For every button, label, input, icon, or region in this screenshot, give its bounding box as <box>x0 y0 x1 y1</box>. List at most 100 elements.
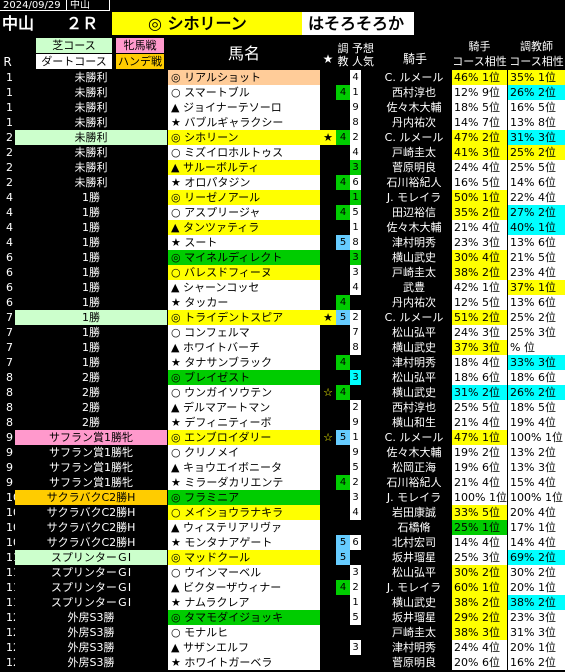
table-row: 7 1勝 ○ コンフェルマ 7 松山弘平 24% 3位 25% 3位 <box>0 325 565 340</box>
condition-cell: 1勝 <box>82 281 100 294</box>
jockey-course-cell: 30% 2位 <box>452 565 507 580</box>
popularity-cell: 9 <box>350 445 361 460</box>
training-cell <box>336 160 350 175</box>
jockey-course-cell: 21% 4位 <box>452 415 507 430</box>
horse-name-cell: ★ バブルギャラクシー <box>168 115 320 130</box>
col-star: ★ <box>322 52 334 66</box>
popularity-cell: 3 <box>350 160 361 175</box>
jockey-course-cell: 41% 3位 <box>452 145 507 160</box>
training-cell <box>336 400 350 415</box>
table-row: 12 外房S3勝 ▲ サザンエルフ 3 津村明秀 24% 4位20% 1位 <box>0 640 565 655</box>
jockey-cell: C. ルメール <box>384 431 444 444</box>
trainer-course-cell: 35% 1位 <box>508 70 565 85</box>
training-cell <box>336 445 350 460</box>
jockey-cell: J. モレイラ <box>386 191 442 204</box>
jockey-course-cell: 12% 9位 <box>452 85 507 100</box>
spacer-cell <box>361 130 375 145</box>
popularity-cell: 2 <box>350 310 361 325</box>
race-number-cell: 1 <box>6 116 13 129</box>
jockey-course-cell: 16% 5位 <box>452 175 507 190</box>
horse-name-cell: ▲ サルーボルティ <box>168 160 320 175</box>
horse-name-cell: ★ ミラーダカリエンテ <box>168 475 320 490</box>
popularity-cell: 4 <box>350 70 361 85</box>
trainer-course-cell: 18% 6位 <box>508 370 565 385</box>
popularity-cell <box>350 520 361 535</box>
condition-cell: サクラバクC2勝H <box>46 521 136 534</box>
jockey-course-cell: 23% 3位 <box>452 235 507 250</box>
star-cell <box>320 250 336 265</box>
star-cell <box>320 190 336 205</box>
popularity-cell: 5 <box>350 610 361 625</box>
jockey-course-cell: 18% 6位 <box>452 370 507 385</box>
popularity-cell: 5 <box>350 205 361 220</box>
race-number-cell: 7 <box>6 326 13 339</box>
jockey-cell: C. ルメール <box>384 311 444 324</box>
star-cell <box>320 595 336 610</box>
popularity-cell: 4 <box>350 280 361 295</box>
star-cell <box>320 295 336 310</box>
popularity-cell <box>350 295 361 310</box>
jockey-cell: 西村淳也 <box>392 401 436 414</box>
spacer-cell <box>361 520 375 535</box>
jockey-course-cell: 51% 2位 <box>452 310 507 325</box>
trainer-course-cell: 69% 2位 <box>508 550 565 565</box>
star-cell <box>320 625 336 640</box>
popularity-cell: 7 <box>350 325 361 340</box>
cond-dirt: ダートコース <box>36 54 112 69</box>
horse-name-cell: ○ ウインマーベル <box>168 565 320 580</box>
jockey-course-cell: 25% 1位 <box>452 520 507 535</box>
horse-name-cell: ◎ フラミニア <box>168 490 320 505</box>
horse-name-cell: ▲ デルマアートマン <box>168 400 320 415</box>
horse-name-cell: ◎ エンブロイダリー <box>168 430 320 445</box>
trainer-course-cell: 30% 2位 <box>508 565 565 580</box>
horse-name-cell: ◎ タマモダイジョッキ <box>168 610 320 625</box>
star-cell <box>320 115 336 130</box>
col-horse: 馬名 <box>227 44 260 63</box>
race-number-cell: 1 <box>6 101 13 114</box>
spacer-cell <box>361 310 375 325</box>
popularity-cell: 4 <box>350 505 361 520</box>
race-number-cell: 6 <box>6 266 13 279</box>
trainer-course-cell: 27% 2位 <box>508 205 565 220</box>
horse-name-cell: ○ モナルヒ <box>168 625 320 640</box>
jockey-course-cell: 18% 4位 <box>452 355 507 370</box>
star-cell <box>320 460 336 475</box>
star-cell <box>320 100 336 115</box>
star-cell <box>320 445 336 460</box>
popularity-cell <box>350 625 361 640</box>
jockey-course-cell: 20% 6位 <box>452 655 507 670</box>
condition-cell: サフラン賞1勝牝 <box>49 446 133 459</box>
race-number-cell: 2 <box>6 131 13 144</box>
table-row: 8 2勝 ◎ ブレイゼスト 3 松山弘平 18% 6位 18% 6位 <box>0 370 565 385</box>
jockey-cell: 坂井瑠星 <box>392 611 436 624</box>
spacer-cell <box>361 400 375 415</box>
col-jc-bottom: コース相性 <box>452 55 507 68</box>
popularity-cell: 9 <box>350 415 361 430</box>
star-cell <box>320 355 336 370</box>
spacer-cell <box>361 445 375 460</box>
star-cell <box>320 640 336 655</box>
trainer-course-cell: 18% 5位 <box>508 400 565 415</box>
condition-cell: 2勝 <box>82 401 100 414</box>
trainer-course-cell: 40% 1位 <box>508 220 565 235</box>
trainer-course-cell: 26% 2位 <box>508 385 565 400</box>
race-number-cell: 12 <box>6 626 15 639</box>
horse-name-cell: ▲ ビクターザウィナー <box>168 580 320 595</box>
star-cell <box>320 565 336 580</box>
horse-name-cell: ▲ シャーンコッセ <box>168 280 320 295</box>
jockey-cell: 菅原明良 <box>392 656 436 669</box>
race-number-cell: 9 <box>6 446 13 459</box>
condition-cell: 1勝 <box>82 341 100 354</box>
jockey-course-cell: 21% 4位 <box>452 220 507 235</box>
trainer-course-cell: 21% 5位 <box>508 250 565 265</box>
spacer-cell <box>361 565 375 580</box>
spacer-cell <box>361 355 375 370</box>
trainer-course-cell: 100% 1位 <box>508 430 565 445</box>
jockey-course-cell: 38% 2位 <box>452 265 507 280</box>
jockey-cell: 津村明秀 <box>392 356 436 369</box>
jockey-cell: 津村明秀 <box>392 236 436 249</box>
spacer-cell <box>361 430 375 445</box>
table-row: 11 スプリンターＧⅠ ▲ ビクターザウィナー 42 J. モレイラ 60% 1位20% … <box>0 580 565 595</box>
horse-name-cell: ★ デフィニティーボ <box>168 415 320 430</box>
popularity-cell: 1 <box>350 190 361 205</box>
